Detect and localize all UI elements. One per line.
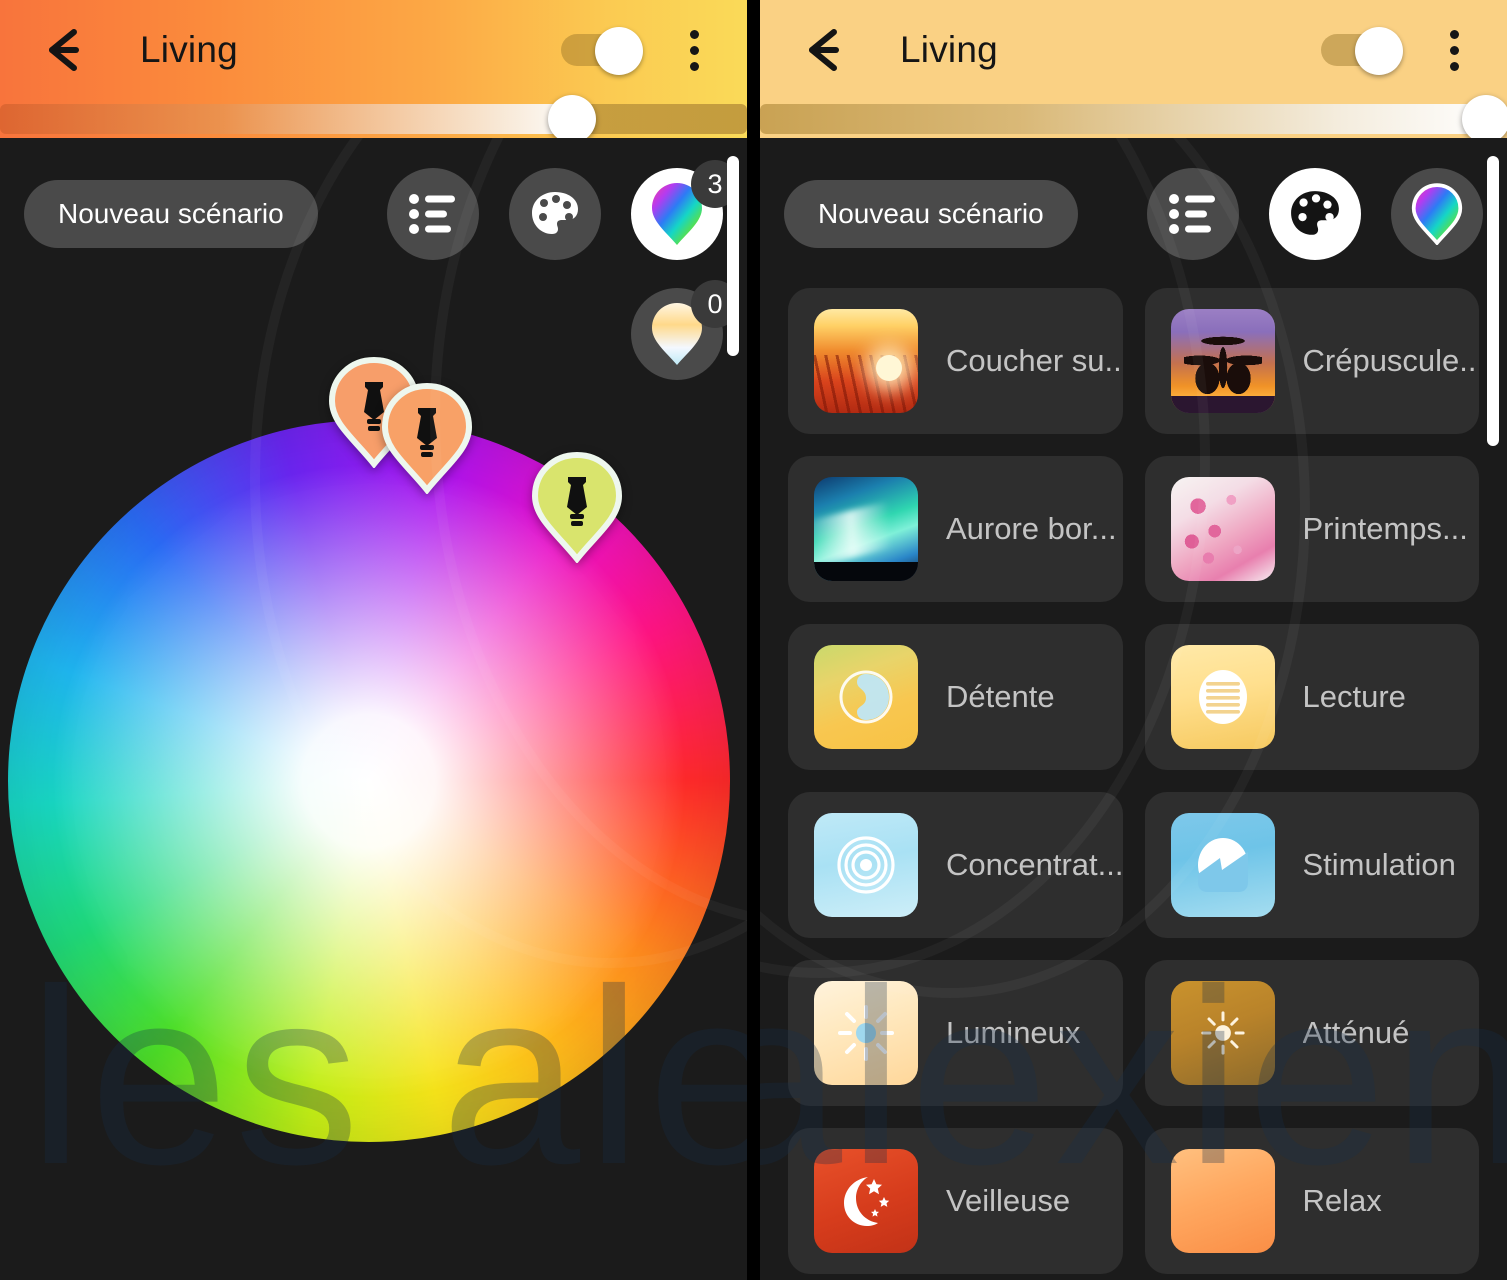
kebab-dot: [1449, 61, 1459, 71]
brightness-thumb[interactable]: [1462, 95, 1507, 143]
brightness-slider-area: [0, 95, 747, 143]
kebab-dot: [1449, 45, 1459, 55]
bulb-pin-3[interactable]: [527, 451, 627, 563]
scene-label: Stimulation: [1302, 847, 1456, 882]
scene-card-lumineux[interactable]: Lumineux: [788, 960, 1123, 1106]
scene-label: Lumineux: [946, 1015, 1081, 1050]
color-pin-icon: [1411, 183, 1463, 245]
palette-icon: [532, 192, 578, 234]
dusk-palm-photo: [1170, 309, 1275, 413]
list-icon: [1169, 194, 1215, 234]
new-scene-button[interactable]: Nouveau scénario: [24, 180, 318, 248]
list-icon: [409, 194, 455, 234]
scene-list-button[interactable]: [1147, 168, 1239, 260]
left-appbar: Living: [0, 0, 747, 100]
color-wheel-area: [0, 356, 747, 1280]
toggle-knob: [1355, 27, 1403, 75]
panel-divider: [747, 0, 760, 1280]
new-scene-button[interactable]: Nouveau scénario: [784, 180, 1078, 248]
scene-card-lecture[interactable]: Lecture: [1144, 624, 1479, 770]
right-panel-body: les alexiens Nouveau scénario: [760, 138, 1507, 1280]
scene-card-spring[interactable]: Printemps...: [1144, 456, 1479, 602]
nightlight-icon: [814, 1149, 918, 1253]
relaxe-icon: [814, 645, 918, 749]
vertical-scrollbar[interactable]: [727, 156, 739, 356]
scene-card-sunset[interactable]: Coucher su...: [788, 288, 1123, 434]
right-appbar: Living: [760, 0, 1507, 100]
scene-label: Coucher su...: [946, 343, 1123, 378]
right-phone-panel: Living les alexiens Nouveau: [760, 0, 1507, 1280]
color-pin-button[interactable]: [1391, 168, 1483, 260]
back-arrow-icon[interactable]: [798, 22, 854, 78]
vertical-scrollbar[interactable]: [1487, 156, 1499, 446]
scene-card-veilleuse[interactable]: Veilleuse: [788, 1128, 1123, 1274]
bulb-pin-2[interactable]: [377, 382, 477, 494]
sunset-photo: [814, 309, 918, 413]
scene-card-stimulation[interactable]: Stimulation: [1144, 792, 1479, 938]
scene-label: Veilleuse: [946, 1183, 1071, 1218]
scene-label: Lecture: [1302, 679, 1406, 714]
brightness-track[interactable]: [0, 104, 747, 134]
toggle-knob: [595, 27, 643, 75]
page-title: Living: [140, 29, 238, 70]
concentrate-icon: [814, 813, 918, 917]
palette-button[interactable]: [1269, 168, 1361, 260]
white-pin-button[interactable]: 0: [631, 280, 739, 380]
scene-label: Atténué: [1302, 1015, 1410, 1050]
kebab-dot: [689, 61, 699, 71]
kebab-dot: [689, 29, 699, 39]
dual-screenshot: Living les alexiens: [0, 0, 1507, 1280]
palette-icon: [1291, 191, 1339, 235]
scene-card-concentration[interactable]: Concentrat...: [788, 792, 1123, 938]
scene-list-button[interactable]: [387, 168, 479, 260]
scene-label: Relax: [1302, 1183, 1382, 1218]
relax-gradient: [1170, 1149, 1275, 1253]
scene-label: Printemps...: [1302, 511, 1468, 546]
scene-label: Aurore bor...: [946, 511, 1117, 546]
left-phone-panel: Living les alexiens: [0, 0, 747, 1280]
left-panel-body: les alexiens Nouveau scénario: [0, 138, 747, 1280]
brightness-track[interactable]: [760, 104, 1507, 134]
dimmed-icon: [1170, 981, 1275, 1085]
scene-grid: Coucher su... Crépuscule... Aurore bor..…: [760, 260, 1507, 1274]
page-title: Living: [900, 29, 998, 70]
kebab-menu-icon[interactable]: [667, 23, 721, 77]
power-toggle[interactable]: [1321, 27, 1403, 75]
right-toolbar: Nouveau scénario: [760, 138, 1507, 260]
palette-button[interactable]: [509, 168, 601, 260]
kebab-dot: [1449, 29, 1459, 39]
scene-card-relax[interactable]: Relax: [1144, 1128, 1479, 1274]
scene-label: Crépuscule...: [1302, 343, 1480, 378]
scene-card-dusk[interactable]: Crépuscule...: [1144, 288, 1480, 434]
aurora-photo: [814, 477, 918, 581]
power-toggle[interactable]: [561, 27, 643, 75]
scene-label: Détente: [946, 679, 1055, 714]
kebab-dot: [689, 45, 699, 55]
scene-card-relaxe[interactable]: Détente: [788, 624, 1123, 770]
read-icon: [1170, 645, 1275, 749]
bright-icon: [814, 981, 918, 1085]
back-arrow-icon[interactable]: [38, 22, 94, 78]
energize-icon: [1170, 813, 1275, 917]
brightness-slider-area: [760, 95, 1507, 143]
color-pin-button[interactable]: 3: [631, 160, 739, 260]
left-toolbar: Nouveau scénario 3: [0, 138, 747, 260]
scene-card-attenue[interactable]: Atténué: [1144, 960, 1479, 1106]
kebab-menu-icon[interactable]: [1427, 23, 1481, 77]
scene-card-aurora[interactable]: Aurore bor...: [788, 456, 1123, 602]
spring-blossom-photo: [1170, 477, 1275, 581]
scene-label: Concentrat...: [946, 847, 1123, 882]
brightness-thumb[interactable]: [548, 95, 596, 143]
